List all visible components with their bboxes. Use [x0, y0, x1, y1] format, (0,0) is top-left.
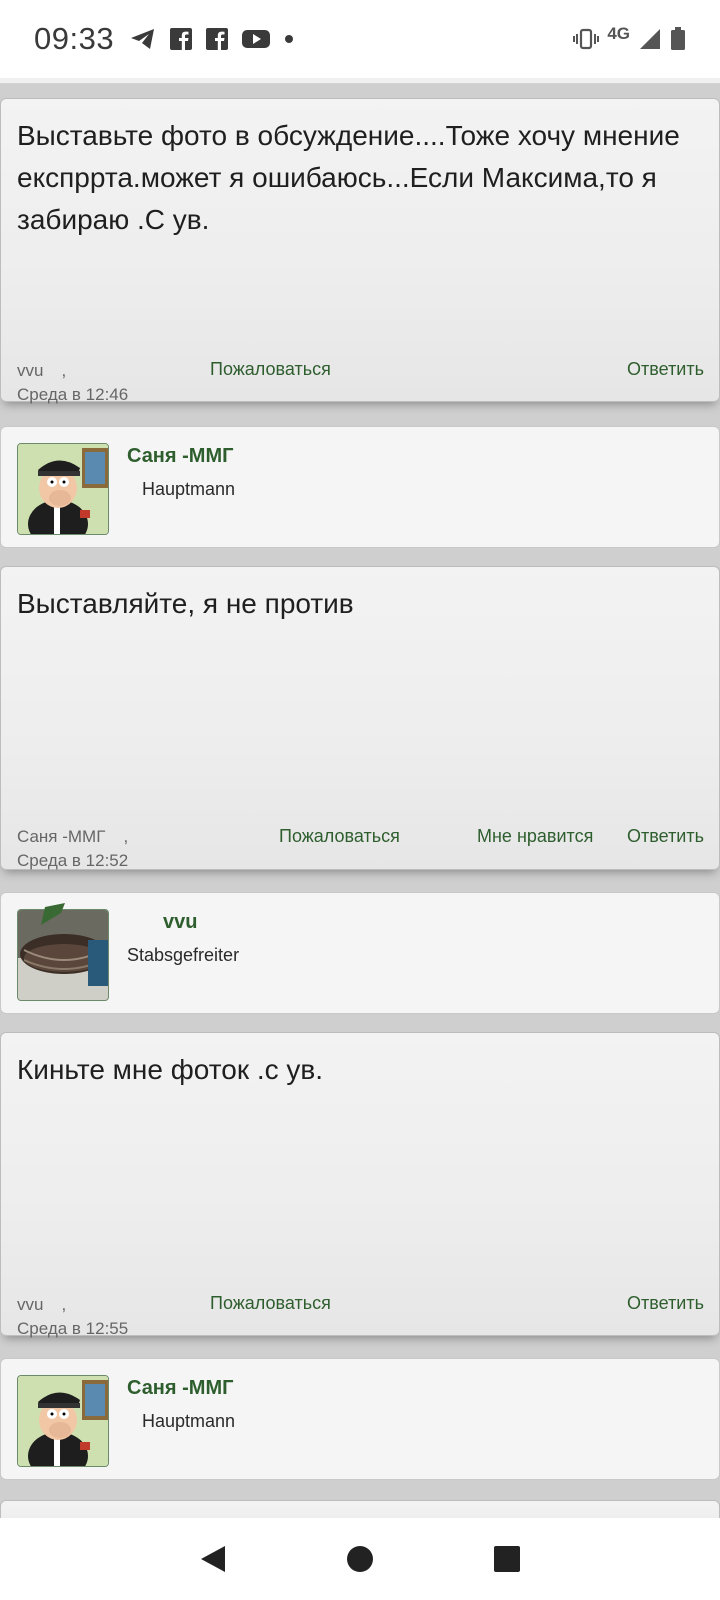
user-rank: Hauptmann: [142, 1411, 236, 1431]
comments-feed[interactable]: Выставьте фото в обсуждение....Тоже хочу…: [0, 78, 720, 1518]
telegram-icon: [130, 28, 156, 50]
battery-icon: [670, 27, 686, 51]
status-time: 09:33: [34, 21, 115, 56]
network-label: 4G: [607, 24, 630, 43]
user-name[interactable]: Саня -ММГ: [127, 1377, 233, 1400]
signal-icon: [638, 27, 662, 51]
user-card: vvu Stabsgefreiter: [0, 892, 720, 1014]
comment-text: Киньте мне фоток .с ув.: [17, 1054, 324, 1085]
comment-post: Выставьте фото в обсуждение....Тоже хочу…: [0, 98, 720, 404]
online-badge-icon: [41, 903, 65, 925]
dot-icon: [284, 34, 294, 44]
user-card: Саня -ММГ Hauptmann: [0, 426, 720, 548]
avatar[interactable]: [17, 1375, 109, 1467]
youtube-icon: [242, 28, 271, 50]
facebook-icon: [206, 28, 229, 50]
comment-author[interactable]: vvu,: [17, 1295, 66, 1315]
system-icons: 4G: [573, 24, 686, 51]
user-rank: Stabsgefreiter: [127, 945, 240, 965]
report-link[interactable]: Пожаловаться: [279, 826, 400, 847]
vibrate-icon: [573, 28, 600, 50]
comment-text: Выставляйте, я не против: [17, 588, 354, 619]
comment-post: Киньте мне фоток .с ув. vvu, Среда в 12:…: [0, 1032, 720, 1338]
like-link[interactable]: Мне нравится: [477, 826, 593, 847]
reply-link[interactable]: Ответить: [627, 826, 704, 847]
user-name[interactable]: vvu: [163, 911, 197, 934]
comment-post: Выставляйте, я не против Саня -ММГ, Сред…: [0, 566, 720, 870]
previous-card-edge: [0, 78, 720, 84]
reply-link[interactable]: Ответить: [627, 1293, 704, 1314]
comment-date: Среда в 12:55: [17, 1319, 129, 1338]
home-icon[interactable]: [330, 1529, 390, 1589]
comment-post: [0, 1500, 720, 1518]
avatar[interactable]: [17, 443, 109, 535]
user-rank: Hauptmann: [142, 479, 236, 499]
user-card: Саня -ММГ Hauptmann: [0, 1358, 720, 1480]
status-bar: 09:33 4G: [0, 0, 720, 78]
notification-icons: [130, 28, 294, 50]
avatar-image: [18, 444, 108, 534]
back-icon[interactable]: [183, 1529, 243, 1589]
comment-author[interactable]: Саня -ММГ,: [17, 827, 128, 847]
user-name[interactable]: Саня -ММГ: [127, 445, 233, 468]
reply-link[interactable]: Ответить: [627, 359, 704, 380]
avatar-image: [18, 1376, 108, 1466]
recents-icon[interactable]: [477, 1529, 537, 1589]
comment-author[interactable]: vvu,: [17, 361, 66, 381]
comment-date: Среда в 12:46: [17, 385, 129, 404]
system-nav-bar: [0, 1518, 720, 1600]
report-link[interactable]: Пожаловаться: [210, 359, 331, 380]
facebook-icon: [170, 28, 193, 50]
report-link[interactable]: Пожаловаться: [210, 1293, 331, 1314]
comment-text: Выставьте фото в обсуждение....Тоже хочу…: [17, 120, 680, 235]
comment-date: Среда в 12:52: [17, 851, 129, 870]
